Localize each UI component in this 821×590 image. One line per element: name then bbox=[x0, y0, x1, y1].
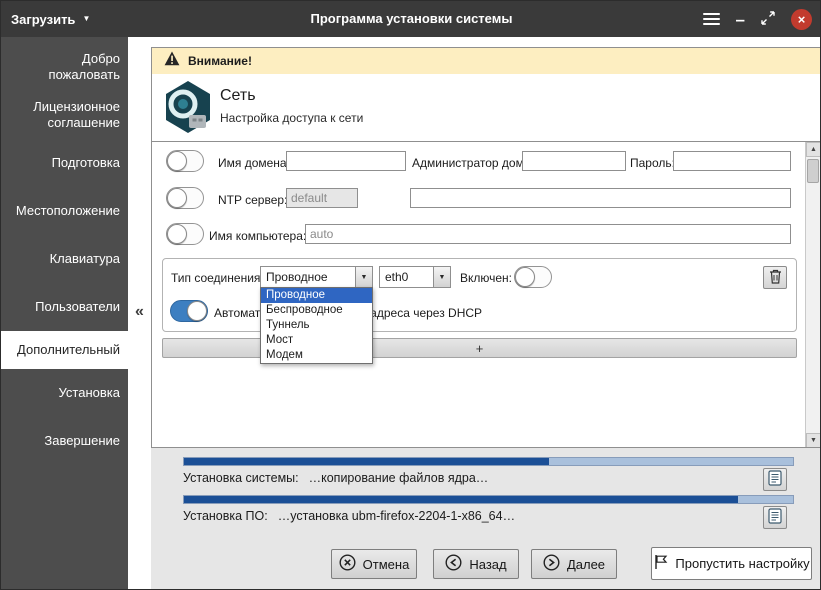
close-button[interactable]: × bbox=[791, 9, 812, 30]
dropdown-option-tunnel[interactable]: Туннель bbox=[261, 318, 372, 333]
settings-scroll-area: Имя домена: Администратор домена: Пароль… bbox=[152, 141, 820, 447]
window-title: Программа установки системы bbox=[1, 11, 821, 26]
scroll-down-icon: ▼ bbox=[810, 437, 817, 444]
scroll-up-button[interactable]: ▲ bbox=[806, 142, 820, 157]
chevron-down-icon: ▼ bbox=[433, 267, 450, 287]
content-frame: Внимание! Сеть Настройка доступа к сети … bbox=[151, 47, 821, 448]
flag-icon bbox=[653, 554, 668, 573]
domain-toggle[interactable] bbox=[166, 150, 204, 172]
skip-label: Пропустить настройку bbox=[675, 556, 809, 571]
cancel-label: Отмена bbox=[363, 557, 410, 572]
bottom-panel: Установка системы: …копирование файлов я… bbox=[151, 448, 821, 590]
sidebar-collapse-handle[interactable]: « bbox=[128, 303, 151, 321]
warning-label: Внимание! bbox=[188, 54, 252, 68]
domain-admin-input[interactable] bbox=[522, 151, 626, 171]
arrow-right-circle-icon bbox=[543, 554, 560, 574]
resize-button[interactable] bbox=[761, 7, 775, 31]
scroll-down-button[interactable]: ▼ bbox=[806, 433, 820, 447]
system-progress-bar bbox=[183, 457, 794, 466]
system-progress-status: …копирование файлов ядра… bbox=[309, 471, 489, 485]
sidebar-item-finish[interactable]: Завершение bbox=[1, 417, 128, 465]
plus-icon: + bbox=[476, 341, 484, 356]
connection-type-label: Тип соединения: bbox=[171, 271, 264, 285]
minimize-icon: – bbox=[736, 11, 745, 28]
connection-type-select[interactable]: Проводное ▼ bbox=[260, 266, 373, 288]
close-icon: × bbox=[798, 12, 806, 27]
sidebar-item-preparation[interactable]: Подготовка bbox=[1, 139, 128, 187]
scrollbar-thumb[interactable] bbox=[807, 159, 819, 183]
ntp-label: NTP сервер: bbox=[218, 193, 287, 207]
sidebar-item-license[interactable]: Лицензионное соглашение bbox=[1, 91, 128, 139]
connection-enabled-label: Включен: bbox=[460, 271, 512, 285]
system-progress-row: Установка системы: …копирование файлов я… bbox=[183, 471, 488, 485]
cancel-icon bbox=[339, 554, 356, 574]
sidebar-item-welcome[interactable]: Добро пожаловать bbox=[1, 43, 128, 91]
dropdown-option-wireless[interactable]: Беспроводное bbox=[261, 303, 372, 318]
warning-banner: Внимание! bbox=[152, 48, 820, 74]
chevron-down-icon: ▼ bbox=[355, 267, 372, 287]
skip-setup-button[interactable]: Пропустить настройку bbox=[651, 547, 812, 580]
network-module-icon bbox=[160, 79, 216, 140]
menu-button[interactable] bbox=[703, 7, 720, 31]
trash-icon bbox=[769, 269, 782, 287]
next-label: Далее bbox=[567, 557, 605, 572]
system-log-button[interactable] bbox=[763, 468, 787, 491]
ntp-toggle[interactable] bbox=[166, 187, 204, 209]
page-header: Сеть Настройка доступа к сети bbox=[152, 74, 820, 141]
window-controls: – × bbox=[703, 1, 812, 37]
system-progress-label: Установка системы: bbox=[183, 471, 299, 485]
hostname-input[interactable] bbox=[305, 224, 791, 244]
software-progress-bar bbox=[183, 495, 794, 504]
software-log-button[interactable] bbox=[763, 506, 787, 529]
add-connection-button[interactable]: + bbox=[162, 338, 797, 358]
log-icon bbox=[768, 470, 782, 489]
delete-connection-button[interactable] bbox=[763, 266, 787, 289]
domain-name-input[interactable] bbox=[286, 151, 406, 171]
hostname-label: Имя компьютера: bbox=[209, 229, 306, 243]
hamburger-icon bbox=[703, 13, 720, 25]
sidebar-item-users[interactable]: Пользователи bbox=[1, 283, 128, 331]
sidebar-item-location[interactable]: Местоположение bbox=[1, 187, 128, 235]
interface-select[interactable]: eth0 ▼ bbox=[379, 266, 451, 288]
steps-sidebar: Добро пожаловать Лицензионное соглашение… bbox=[1, 37, 128, 590]
domain-password-label: Пароль: bbox=[630, 156, 675, 170]
log-icon bbox=[768, 508, 782, 527]
software-progress-status: …установка ubm-firefox-2204-1-x86_64… bbox=[278, 509, 515, 523]
dhcp-toggle[interactable] bbox=[170, 300, 208, 322]
load-menu-label: Загрузить bbox=[11, 12, 75, 27]
next-button[interactable]: Далее bbox=[531, 549, 617, 579]
software-progress-row: Установка ПО: …установка ubm-firefox-220… bbox=[183, 509, 515, 523]
load-menu-button[interactable]: Загрузить ▼ bbox=[11, 8, 90, 30]
domain-password-input[interactable] bbox=[673, 151, 791, 171]
vertical-scrollbar[interactable]: ▲ ▼ bbox=[805, 142, 820, 447]
page-subtitle: Настройка доступа к сети bbox=[220, 111, 363, 125]
dropdown-option-wired[interactable]: Проводное bbox=[261, 288, 372, 303]
connection-type-dropdown: Проводное Беспроводное Туннель Мост Моде… bbox=[260, 287, 373, 364]
chevron-down-icon: ▼ bbox=[82, 15, 90, 23]
connection-enabled-toggle[interactable] bbox=[514, 266, 552, 288]
sidebar-item-additional[interactable]: Дополнительный bbox=[1, 331, 128, 369]
page-title: Сеть bbox=[220, 87, 256, 105]
back-button[interactable]: Назад bbox=[433, 549, 519, 579]
domain-name-label: Имя домена: bbox=[218, 156, 290, 170]
ntp-server-select[interactable] bbox=[286, 188, 358, 208]
installer-window: Загрузить ▼ Программа установки системы … bbox=[0, 0, 821, 590]
warning-icon bbox=[164, 51, 180, 71]
dropdown-option-bridge[interactable]: Мост bbox=[261, 333, 372, 348]
sidebar-divider: « bbox=[128, 37, 151, 590]
hostname-toggle[interactable] bbox=[166, 223, 204, 245]
cancel-button[interactable]: Отмена bbox=[331, 549, 417, 579]
back-label: Назад bbox=[469, 557, 506, 572]
sidebar-item-keyboard[interactable]: Клавиатура bbox=[1, 235, 128, 283]
ntp-custom-input[interactable] bbox=[410, 188, 791, 208]
dropdown-option-modem[interactable]: Модем bbox=[261, 348, 372, 363]
titlebar: Загрузить ▼ Программа установки системы … bbox=[1, 1, 821, 37]
minimize-button[interactable]: – bbox=[736, 7, 745, 31]
arrow-left-circle-icon bbox=[445, 554, 462, 574]
resize-icon bbox=[761, 11, 775, 28]
connection-group: Тип соединения: Проводное ▼ eth0 ▼ Включ… bbox=[162, 258, 797, 332]
software-progress-label: Установка ПО: bbox=[183, 509, 268, 523]
sidebar-item-installation[interactable]: Установка bbox=[1, 369, 128, 417]
scroll-up-icon: ▲ bbox=[810, 146, 817, 153]
